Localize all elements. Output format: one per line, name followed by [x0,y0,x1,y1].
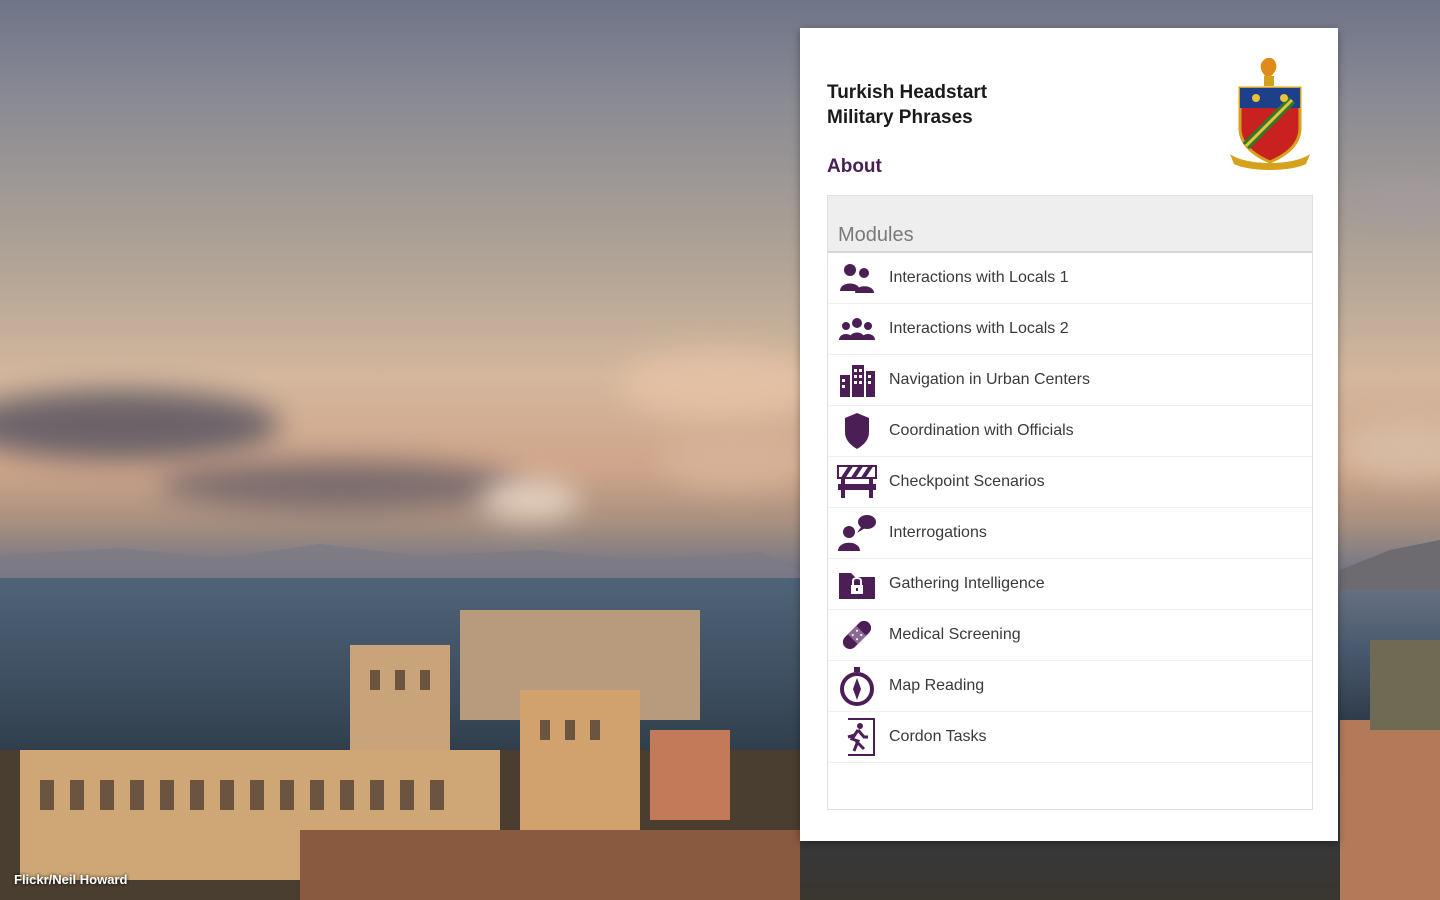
bandage-icon [837,615,877,655]
modules-title: Modules [838,224,914,246]
modules-list-panel: Modules Interactions with Locals 1 Inter… [827,195,1313,810]
module-item-navigation-urban[interactable]: Navigation in Urban Centers [828,355,1312,406]
speech-person-icon [837,513,877,553]
two-people-icon [837,258,877,298]
module-item-interactions-locals-1[interactable]: Interactions with Locals 1 [828,253,1312,304]
barrier-icon [837,462,877,502]
module-label: Checkpoint Scenarios [889,473,1045,490]
module-label: Interactions with Locals 1 [889,269,1069,286]
app-title-line1: Turkish Headstart [827,82,988,103]
about-link[interactable]: About [827,156,882,178]
unit-crest-icon [1230,58,1310,170]
module-label: Interrogations [889,524,987,541]
module-item-coordination-officials[interactable]: Coordination with Officials [828,406,1312,457]
modules-header: Modules [828,196,1312,253]
module-label: Map Reading [889,677,985,694]
module-item-cordon-tasks[interactable]: Cordon Tasks [828,712,1312,763]
group-people-icon [837,309,877,349]
module-item-medical-screening[interactable]: Medical Screening [828,610,1312,661]
module-label: Navigation in Urban Centers [889,371,1090,388]
buildings-icon [837,360,877,400]
exit-runner-icon [837,717,877,757]
module-item-interrogations[interactable]: Interrogations [828,508,1312,559]
app-title-line2: Military Phrases [827,107,973,128]
locked-folder-icon [837,564,877,604]
module-item-gathering-intelligence[interactable]: Gathering Intelligence [828,559,1312,610]
app-title: Turkish Headstart Military Phrases [827,80,1187,130]
module-label: Interactions with Locals 2 [889,320,1069,337]
badge-shield-icon [837,411,877,451]
module-label: Coordination with Officials [889,422,1074,439]
module-list: Interactions with Locals 1 Interactions … [828,253,1312,763]
main-panel: Turkish Headstart Military Phrases About… [800,28,1338,841]
photo-credit: Flickr/Neil Howard [14,872,128,887]
module-item-map-reading[interactable]: Map Reading [828,661,1312,712]
module-label: Cordon Tasks [889,728,987,745]
module-item-checkpoint-scenarios[interactable]: Checkpoint Scenarios [828,457,1312,508]
module-item-interactions-locals-2[interactable]: Interactions with Locals 2 [828,304,1312,355]
module-label: Gathering Intelligence [889,575,1045,592]
compass-icon [837,666,877,706]
module-label: Medical Screening [889,626,1021,643]
